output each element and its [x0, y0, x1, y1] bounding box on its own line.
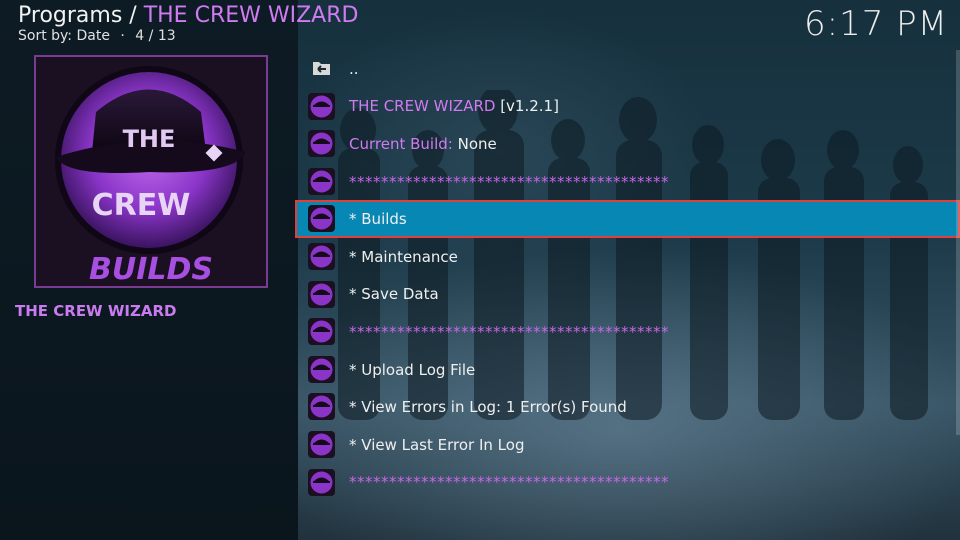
sort-bullet: ·: [120, 28, 125, 44]
list-item-save-data[interactable]: * Save Data: [298, 276, 960, 314]
breadcrumb-separator: /: [122, 3, 144, 28]
scrollbar[interactable]: [956, 50, 960, 435]
maintenance-label: * Maintenance: [349, 247, 458, 266]
crew-wizard-icon: [308, 167, 335, 195]
clock: 6:17 PM: [804, 4, 948, 44]
separator-label: ****************************************: [349, 172, 669, 191]
svg-text:BUILDS: BUILDS: [89, 252, 213, 286]
breadcrumb-addon: THE CREW WIZARD: [143, 3, 359, 28]
wizard-version: [v1.2.1]: [495, 97, 559, 116]
list-item-current-build[interactable]: Current Build: None: [298, 125, 960, 163]
view-errors-label: * View Errors in Log: 1 Error(s) Found: [349, 398, 627, 417]
crew-wizard-icon: [308, 280, 335, 308]
sort-info: Sort by: Date · 4 / 13: [18, 28, 176, 44]
breadcrumb-section: Programs: [18, 3, 123, 28]
upload-log-label: * Upload Log File: [349, 360, 476, 379]
crew-wizard-logo-icon: THE CREW BUILDS: [36, 57, 266, 287]
back-folder-icon: [308, 55, 335, 82]
crew-wizard-icon: [308, 130, 335, 158]
list-item-upload-log[interactable]: * Upload Log File: [298, 351, 960, 389]
svg-text:THE: THE: [123, 125, 176, 153]
addon-thumbnail: THE CREW BUILDS: [34, 55, 268, 288]
list-item-separator[interactable]: ****************************************: [298, 313, 960, 351]
view-last-error-label: * View Last Error In Log: [349, 435, 525, 454]
crew-wizard-icon: [308, 355, 335, 383]
crew-wizard-icon: [308, 430, 335, 458]
crew-wizard-icon: [308, 205, 335, 233]
list-item-view-errors[interactable]: * View Errors in Log: 1 Error(s) Found: [298, 388, 960, 426]
breadcrumb: Programs / THE CREW WIZARD: [18, 3, 358, 28]
list-item-parent[interactable]: ..: [298, 50, 960, 88]
wizard-name: THE CREW WIZARD: [349, 97, 496, 116]
list-position: 4 / 13: [135, 28, 176, 44]
crew-wizard-icon: [308, 393, 335, 421]
list-item-title[interactable]: THE CREW WIZARD [v1.2.1]: [298, 88, 960, 126]
separator-label: ****************************************: [349, 322, 669, 341]
crew-wizard-icon: [308, 318, 335, 346]
crew-wizard-icon: [308, 468, 335, 496]
list-item-builds[interactable]: * Builds: [295, 200, 960, 238]
list-item-separator[interactable]: ****************************************: [298, 464, 960, 502]
parent-label: ..: [349, 59, 359, 78]
list-item-separator[interactable]: ****************************************: [298, 163, 960, 201]
current-build-label: Current Build:: [349, 134, 453, 153]
builds-label: * Builds: [349, 210, 407, 229]
svg-text:CREW: CREW: [92, 188, 191, 223]
crew-wizard-icon: [308, 242, 335, 270]
addon-caption: THE CREW WIZARD: [15, 302, 177, 320]
crew-wizard-icon: [308, 92, 335, 120]
menu-list: .. THE CREW WIZARD [v1.2.1] Current Buil…: [295, 50, 960, 502]
save-data-label: * Save Data: [349, 285, 439, 304]
list-item-maintenance[interactable]: * Maintenance: [298, 238, 960, 276]
separator-label: ****************************************: [349, 473, 669, 492]
sort-label[interactable]: Sort by: Date: [18, 28, 110, 44]
current-build-value: None: [452, 134, 497, 153]
list-item-view-last-error[interactable]: * View Last Error In Log: [298, 426, 960, 464]
